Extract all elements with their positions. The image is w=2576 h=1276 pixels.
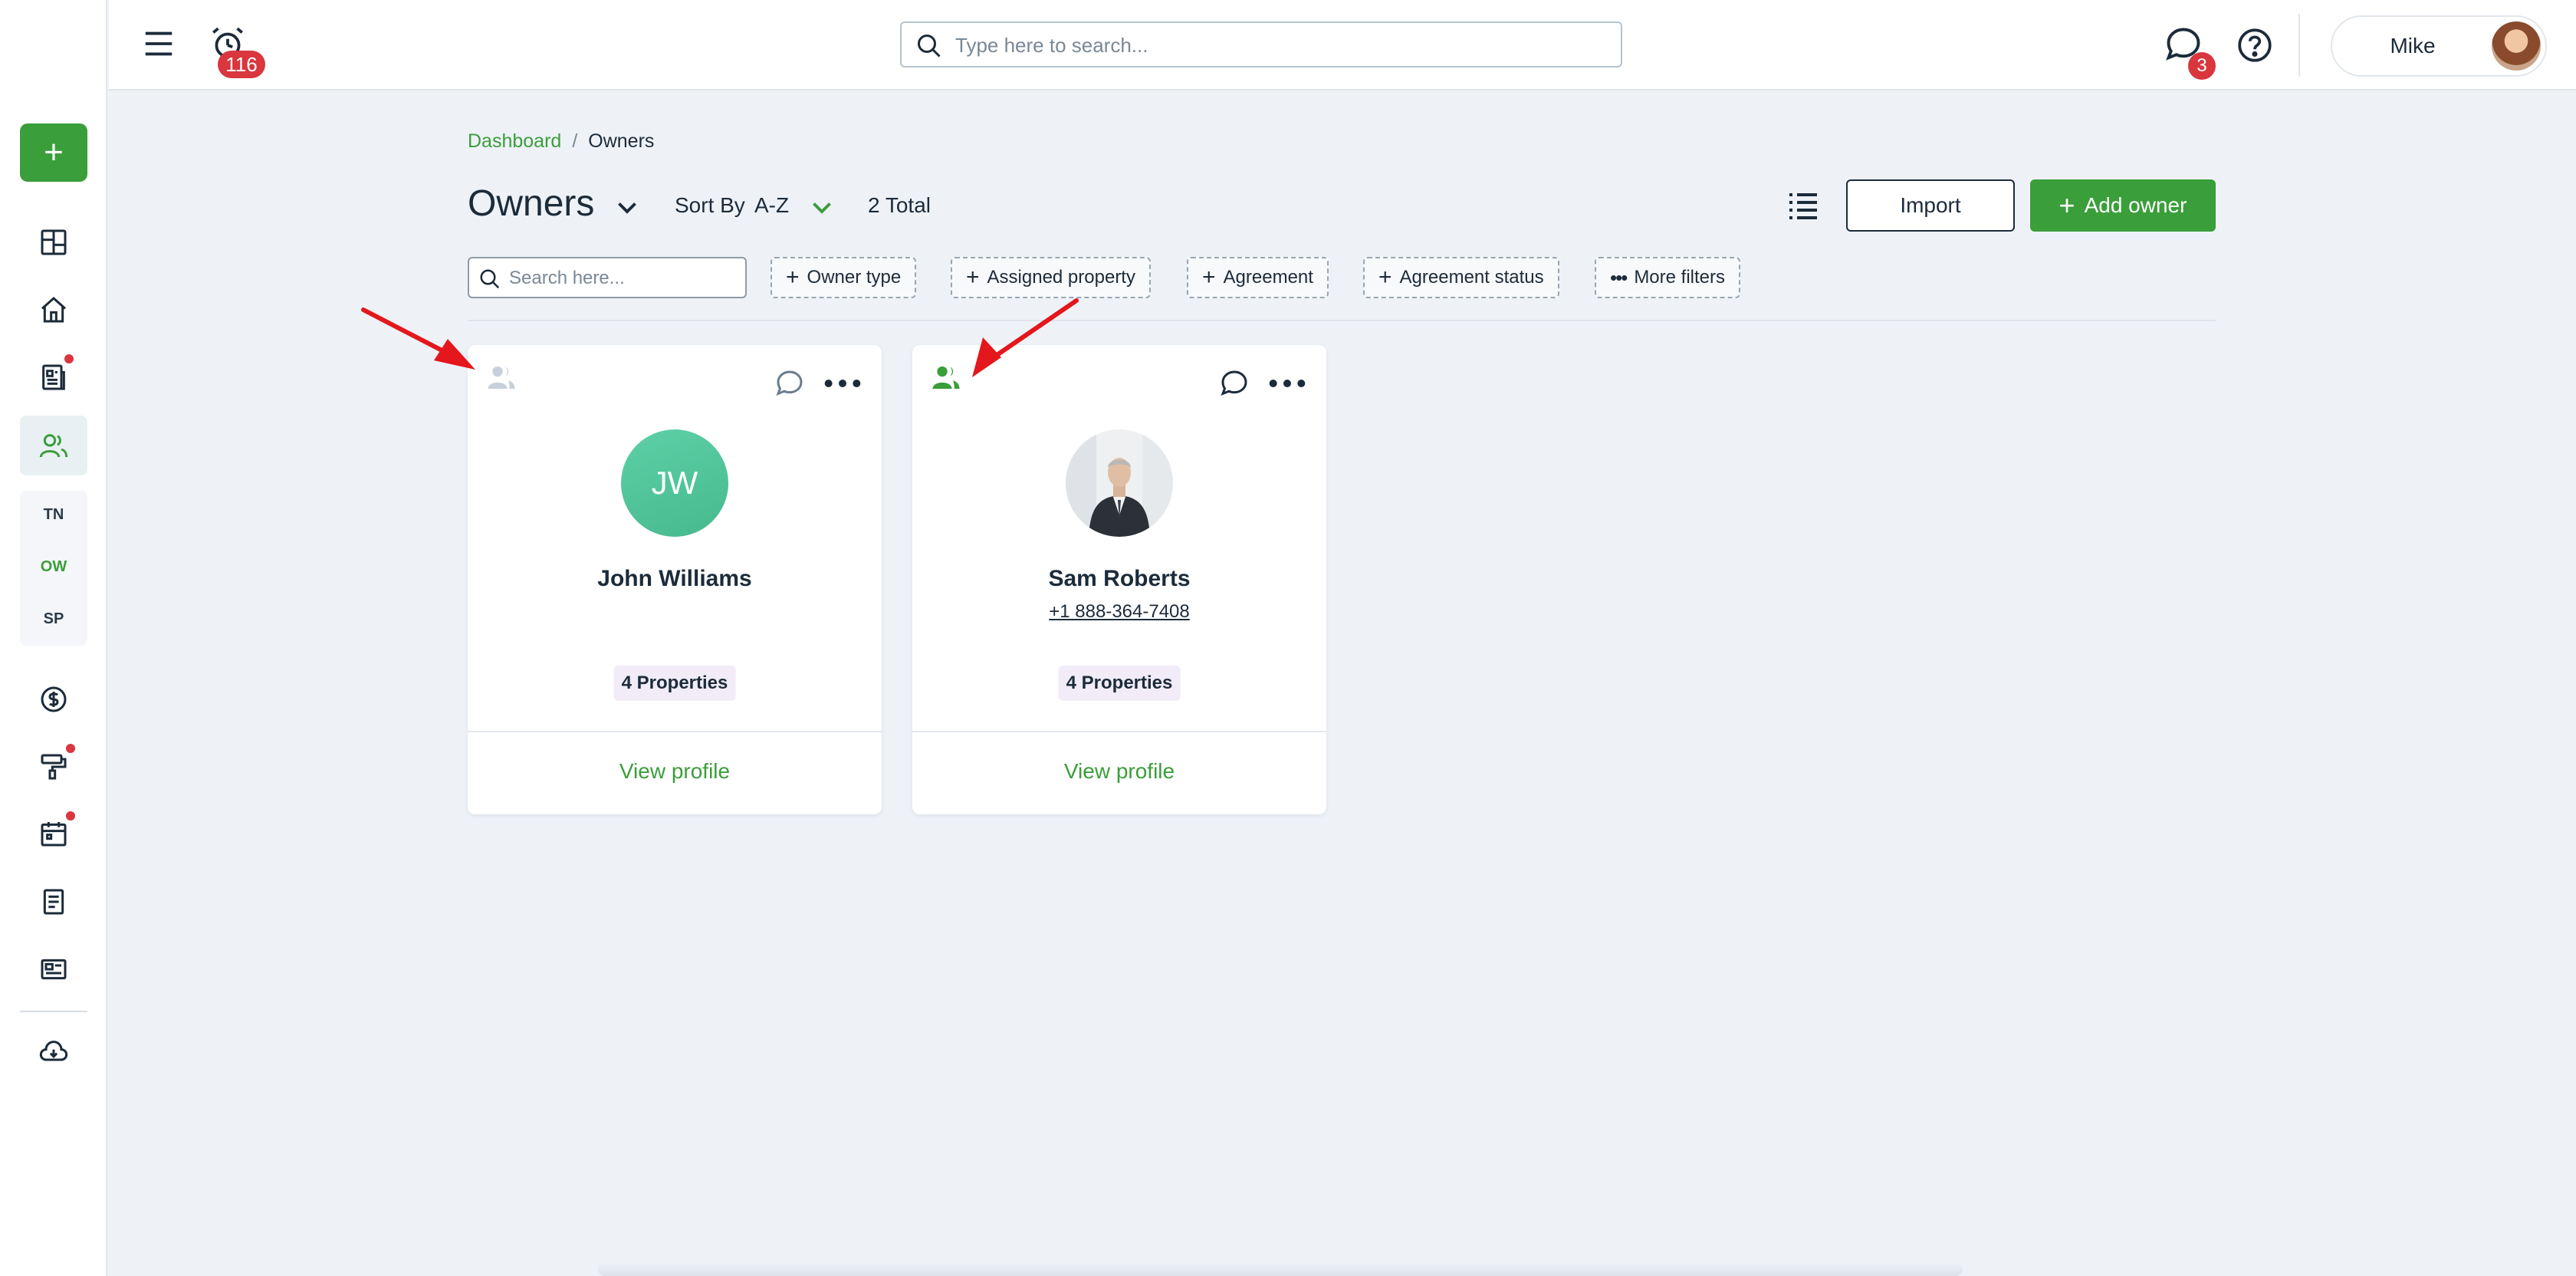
dashboard-nav[interactable] [29, 218, 78, 267]
plus-icon: + [44, 133, 64, 171]
sort-value[interactable]: A-Z [754, 193, 789, 218]
leasing-notification-dot [64, 354, 74, 363]
plus-icon: + [966, 265, 980, 290]
breadcrumb-current: Owners [588, 130, 655, 152]
user-menu[interactable]: Mike [2331, 15, 2547, 77]
owner-type-active-icon [932, 366, 960, 389]
properties-badge: 4 Properties [613, 666, 736, 701]
breadcrumb-dashboard-link[interactable]: Dashboard [468, 130, 561, 152]
filter-label: More filters [1634, 267, 1725, 288]
user-avatar [2492, 21, 2541, 71]
user-name: Mike [2390, 34, 2436, 58]
sidebar-divider [20, 1011, 87, 1012]
import-button[interactable]: Import [1846, 179, 2015, 232]
chevron-down-icon[interactable] [613, 193, 641, 221]
plus-icon: + [786, 265, 800, 290]
properties-nav[interactable] [29, 285, 78, 334]
owner-name[interactable]: John Williams [468, 566, 882, 592]
dollar-circle-icon [41, 686, 67, 712]
page-title: Owners [468, 183, 595, 224]
search-icon [918, 35, 941, 58]
card-divider [468, 731, 882, 732]
filter-assigned-property[interactable]: + Assigned property [951, 257, 1151, 298]
global-search-input[interactable] [955, 28, 1607, 63]
hamburger-menu-icon[interactable] [141, 26, 176, 61]
documents-icon [42, 364, 65, 390]
header-separator [2298, 14, 2300, 77]
filter-agreement-status[interactable]: + Agreement status [1363, 257, 1559, 298]
filter-label: Assigned property [987, 267, 1135, 288]
top-header: 116 3 Mike [109, 0, 2576, 90]
filter-owner-type[interactable]: + Owner type [770, 257, 917, 298]
people-subnav: TN OW SP [20, 491, 87, 646]
breadcrumb-separator: / [572, 130, 578, 152]
quick-add-button[interactable]: + [20, 123, 87, 182]
filter-label: Agreement [1223, 267, 1313, 288]
add-owner-button[interactable]: + Add owner [2030, 179, 2216, 232]
people-icon [39, 434, 68, 458]
home-icon [41, 296, 66, 323]
message-icon[interactable] [1219, 368, 1250, 399]
sidebar: + TN OW SP [0, 0, 107, 1276]
plus-icon: + [2058, 189, 2075, 221]
sort-chevron-down-icon[interactable] [808, 193, 836, 221]
reports-nav[interactable] [29, 877, 78, 926]
ellipsis-icon: ••• [1610, 265, 1628, 289]
toolbar-divider [468, 320, 2216, 321]
dashboard-icon [41, 229, 67, 255]
search-icon [480, 269, 500, 289]
view-profile-link[interactable]: View profile [912, 759, 1326, 784]
owner-card: JW John Williams 4 Properties View profi… [468, 345, 882, 814]
maintenance-notification-dot [66, 744, 75, 753]
notification-count-badge: 116 [218, 51, 265, 78]
filter-label: Owner type [807, 267, 902, 288]
owner-type-inactive-icon [488, 366, 515, 389]
listing-card-icon [41, 959, 67, 980]
add-owner-label: Add owner [2084, 193, 2187, 217]
download-nav[interactable] [29, 1028, 78, 1077]
paint-roller-icon [41, 754, 67, 780]
plus-icon: + [1378, 265, 1392, 290]
owner-phone-link[interactable]: +1 888-364-7408 [912, 601, 1326, 623]
subnav-service-pros[interactable]: SP [20, 610, 87, 628]
listings-nav[interactable] [29, 945, 78, 994]
list-view-icon[interactable] [1785, 187, 1822, 224]
plus-icon: + [1202, 265, 1216, 290]
card-divider [912, 731, 1326, 732]
properties-badge: 4 Properties [1058, 666, 1181, 701]
bottom-shadow [598, 1262, 1963, 1276]
global-search [900, 21, 1622, 67]
report-icon [43, 889, 64, 915]
calendar-icon [41, 822, 67, 847]
view-profile-link[interactable]: View profile [468, 759, 882, 784]
subnav-tenants[interactable]: TN [20, 506, 87, 524]
owner-avatar: JW [621, 429, 728, 537]
filter-label: Agreement status [1399, 267, 1544, 288]
annotation-arrow-left [361, 307, 475, 370]
calendar-notification-dot [66, 811, 75, 821]
message-count-badge: 3 [2188, 52, 2216, 80]
owner-name[interactable]: Sam Roberts [912, 566, 1326, 592]
owner-search [468, 257, 747, 298]
person-photo-icon [1066, 429, 1173, 537]
accounting-nav[interactable] [29, 675, 78, 724]
owner-avatar-photo [1066, 429, 1173, 537]
total-count: 2 Total [868, 193, 931, 217]
subnav-owners[interactable]: OW [20, 558, 87, 576]
cloud-download-icon [39, 1041, 68, 1061]
more-options-icon[interactable] [823, 371, 862, 396]
people-nav[interactable] [20, 416, 87, 475]
help-icon[interactable] [2236, 26, 2274, 64]
more-filters-button[interactable]: ••• More filters [1595, 257, 1740, 298]
message-icon[interactable] [774, 368, 805, 399]
owner-card: Sam Roberts +1 888-364-7408 4 Properties… [912, 345, 1326, 814]
sort-label: Sort By [675, 193, 745, 217]
filter-agreement[interactable]: + Agreement [1187, 257, 1329, 298]
owner-search-input[interactable] [509, 263, 739, 294]
more-options-icon[interactable] [1268, 371, 1306, 396]
breadcrumb: Dashboard / Owners [468, 130, 654, 153]
